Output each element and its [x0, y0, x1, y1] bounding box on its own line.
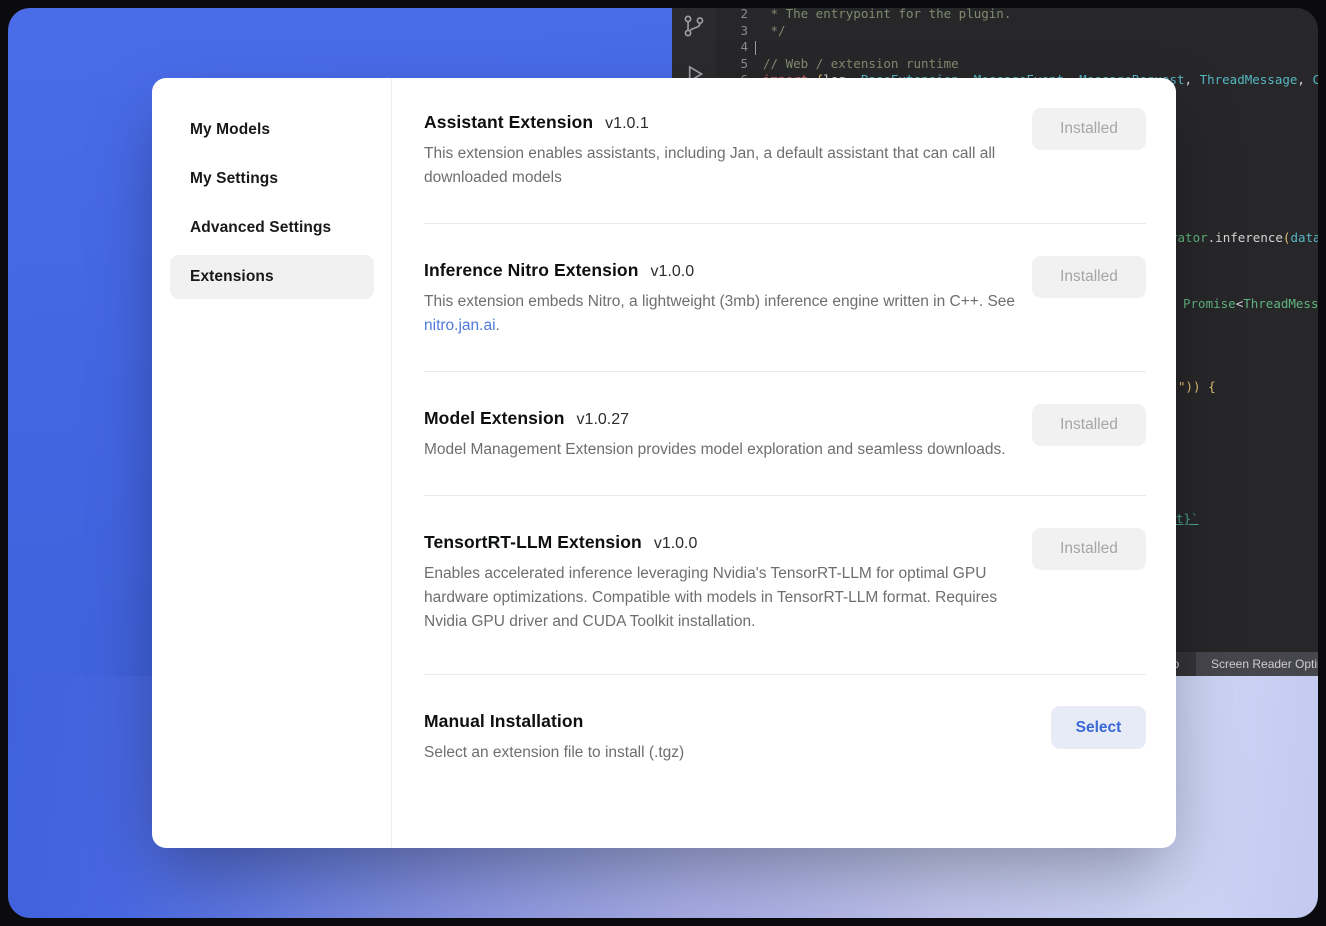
extension-description: Model Management Extension provides mode…: [424, 438, 1024, 462]
extension-row: Assistant Extension v1.0.1 This extensio…: [424, 112, 1146, 224]
extension-row: Model Extension v1.0.27 Model Management…: [424, 372, 1146, 496]
extension-version: v1.0.0: [651, 263, 695, 281]
extension-row: Inference Nitro Extension v1.0.0 This ex…: [424, 224, 1146, 372]
extension-description: This extension embeds Nitro, a lightweig…: [424, 290, 1024, 338]
line-number: 3: [716, 23, 748, 40]
settings-card: My Models My Settings Advanced Settings Ext…: [152, 78, 1176, 848]
line-number: 4: [716, 39, 748, 56]
extension-name: TensortRT-LLM Extension: [424, 532, 642, 553]
source-control-icon[interactable]: [681, 13, 707, 39]
code-fragment: ")) {: [1178, 379, 1216, 395]
screen-reader-optimize-status[interactable]: Screen Reader Optimize: [1196, 652, 1318, 676]
sidebar-item-advanced-settings[interactable]: Advanced Settings: [170, 206, 374, 250]
extension-name: Inference Nitro Extension: [424, 260, 639, 281]
installed-button[interactable]: Installed: [1032, 108, 1146, 150]
line-number: 5: [716, 56, 748, 73]
editor-cursor: [755, 41, 756, 55]
extension-description: Enables accelerated inference leveraging…: [424, 562, 1024, 634]
extension-name: Model Extension: [424, 408, 565, 429]
installed-button[interactable]: Installed: [1032, 256, 1146, 298]
sidebar-item-my-models[interactable]: My Models: [170, 108, 374, 152]
installed-button[interactable]: Installed: [1032, 404, 1146, 446]
nitro-jan-ai-link[interactable]: nitro.jan.ai: [424, 317, 496, 334]
manual-installation-title: Manual Installation: [424, 711, 583, 732]
line-number: 2: [716, 8, 748, 23]
extension-version: v1.0.27: [577, 411, 629, 429]
code-fragment: Promise<ThreadMessage>: [1183, 296, 1318, 312]
code-fragment: rator.inference(data));: [1170, 230, 1318, 246]
settings-sidebar: My Models My Settings Advanced Settings Ext…: [152, 78, 392, 848]
code-lines: 2 * The entrypoint for the plugin.3 */45…: [716, 8, 1318, 89]
select-file-button[interactable]: Select: [1051, 706, 1146, 749]
sidebar-item-my-settings[interactable]: My Settings: [170, 157, 374, 201]
app-window: 2 * The entrypoint for the plugin.3 */45…: [8, 8, 1318, 918]
extension-description: This extension enables assistants, inclu…: [424, 142, 1024, 190]
extension-version: v1.0.1: [605, 115, 649, 133]
manual-installation-row: Manual Installation Select an extension …: [424, 675, 1146, 765]
sidebar-item-extensions[interactable]: Extensions: [170, 255, 374, 299]
code-fragment: t}`: [1176, 511, 1199, 527]
installed-button[interactable]: Installed: [1032, 528, 1146, 570]
extension-name: Assistant Extension: [424, 112, 593, 133]
extension-row: TensortRT-LLM Extension v1.0.0 Enables a…: [424, 496, 1146, 675]
manual-installation-description: Select an extension file to install (.tg…: [424, 741, 1024, 765]
extension-version: v1.0.0: [654, 535, 698, 553]
extensions-list: Assistant Extension v1.0.1 This extensio…: [392, 78, 1176, 848]
